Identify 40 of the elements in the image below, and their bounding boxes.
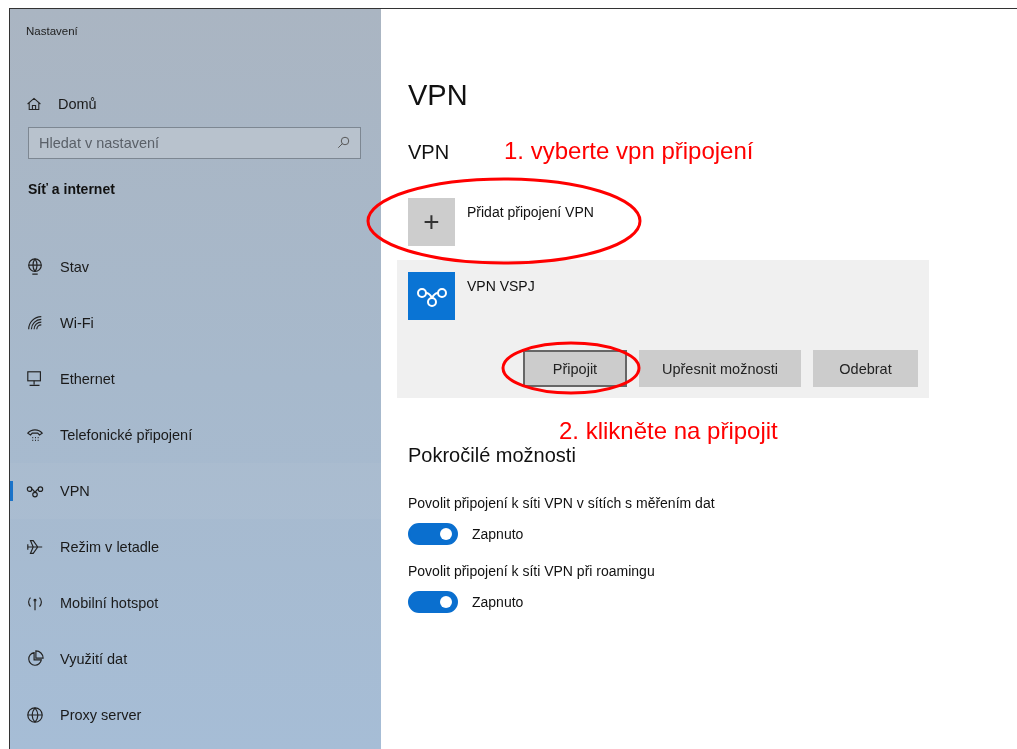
airplane-icon	[26, 538, 44, 556]
globe-icon	[26, 706, 44, 724]
connection-name: VPN VSPJ	[467, 278, 535, 294]
nav-item[interactable]: Ethernet	[10, 351, 381, 407]
add-button[interactable]: +	[408, 198, 455, 246]
annotation-text: 1. vyberte vpn připojení	[504, 137, 754, 165]
nav-item[interactable]: Telefonické připojení	[10, 407, 381, 463]
toggle-state: Zapnuto	[472, 526, 524, 542]
section-heading: VPN	[408, 141, 450, 164]
annotation-text: 2. klikněte na připojit	[559, 417, 778, 445]
nav-item[interactable]: Využití dat	[10, 631, 381, 687]
page-title: VPN	[408, 79, 468, 112]
phone-icon	[26, 426, 44, 444]
action-button[interactable]: Upřesnit možnosti	[639, 350, 801, 387]
nav-item[interactable]: Mobilní hotspot	[10, 575, 381, 631]
ethernet-icon	[26, 370, 44, 388]
section-heading: Síť a internet	[28, 181, 116, 199]
action-button[interactable]: Odebrat	[813, 350, 918, 387]
option-label: Povolit připojení k síti VPN v sítích s měřením dat	[408, 495, 715, 511]
pie-chart-icon	[26, 650, 44, 668]
nav-item[interactable]: Stav	[10, 239, 381, 295]
toggle-switch[interactable]	[408, 523, 458, 545]
home-link[interactable]: Domů	[10, 85, 381, 123]
action-button[interactable]: Připojit	[523, 350, 627, 387]
window-title: Nastavení	[26, 25, 79, 39]
toggle-state: Zapnuto	[472, 594, 524, 610]
section-heading: Pokročilé možnosti	[408, 444, 576, 467]
search-icon	[336, 135, 351, 150]
globe-monitor-icon	[26, 258, 44, 276]
vpn-connection-icon	[408, 272, 455, 320]
wifi-icon	[26, 314, 44, 332]
home-icon	[26, 96, 42, 112]
option-label: Povolit připojení k síti VPN při roamingu	[408, 563, 655, 579]
add-vpn-label[interactable]: Přidat připojení VPN	[467, 204, 594, 220]
nav-item[interactable]: Režim v letadle	[10, 519, 381, 575]
nav-item[interactable]: Wi-Fi	[10, 295, 381, 351]
search-field[interactable]: Hledat v nastavení	[28, 127, 361, 159]
vpn-connection-card[interactable]: VPN VSPJ Připojit Upřesnit možnosti Odebrat	[397, 260, 929, 398]
nav-item[interactable]: Proxy server	[10, 687, 381, 743]
toggle-switch[interactable]	[408, 591, 458, 613]
